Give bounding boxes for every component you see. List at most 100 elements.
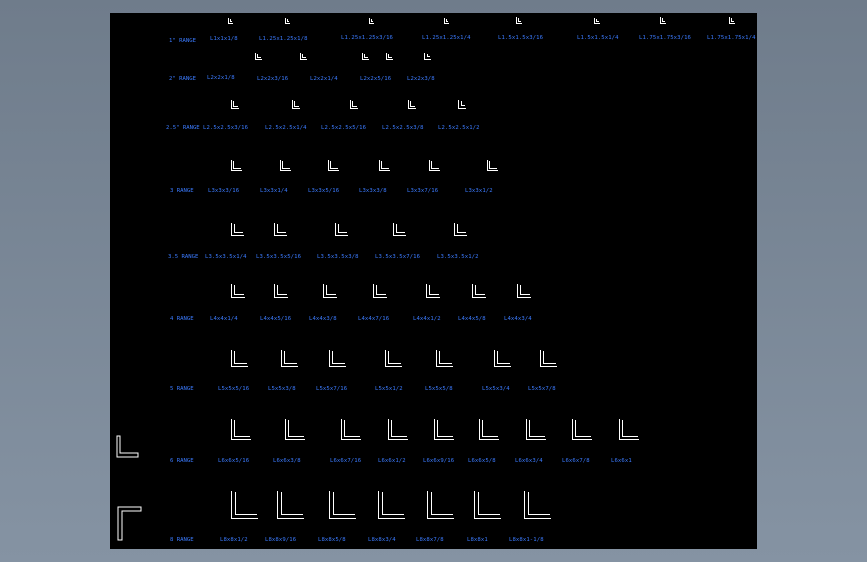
angle-label: L8x8x1 [467, 537, 488, 543]
angle-section [386, 53, 393, 60]
angle-section [660, 17, 666, 24]
angle-label: L3x3x1/2 [465, 188, 493, 194]
range-label: 6 RANGE [170, 458, 194, 464]
angle-label: L2x2x1/8 [207, 75, 235, 81]
angle-label: L3.5x3.5x7/16 [375, 254, 421, 260]
angle-label: L5x5x3/4 [482, 386, 510, 392]
angle-section [424, 53, 431, 60]
angle-section [373, 284, 387, 298]
angle-label: L5x5x3/8 [268, 386, 296, 392]
angle-section [350, 100, 358, 109]
angle-section [277, 491, 304, 519]
angle-section [427, 491, 454, 519]
angle-label: L5x5x5/8 [425, 386, 453, 392]
angle-label: L1.25x1.25x1/8 [259, 36, 308, 42]
range-label: 2" RANGE [169, 76, 196, 82]
angle-label: L1.75x1.75x1/4 [707, 35, 756, 41]
angle-section [285, 18, 290, 24]
angle-label: L5x5x5/16 [218, 386, 250, 392]
angle-section [393, 223, 406, 236]
angle-section [429, 160, 440, 171]
angle-section [300, 53, 307, 60]
angle-label: L1x1x1/8 [210, 36, 238, 42]
angle-section [524, 491, 551, 519]
angle-label: L3.5x3.5x3/8 [317, 254, 359, 260]
angle-section [444, 18, 449, 24]
angle-label: L8x8x7/8 [416, 537, 444, 543]
angle-label: L6x6x1 [611, 458, 632, 464]
angle-section [517, 284, 531, 298]
angle-section [329, 491, 356, 519]
range-label: 2.5" RANGE [166, 125, 200, 131]
angle-section [385, 350, 402, 367]
angle-section [474, 491, 501, 519]
angle-section [292, 100, 300, 109]
angle-section [408, 100, 416, 109]
angle-section [454, 223, 467, 236]
angle-section [335, 223, 348, 236]
angle-label: L6x6x3/4 [515, 458, 543, 464]
angle-label: L3.5x3.5x5/16 [256, 254, 302, 260]
angle-section [516, 17, 522, 24]
angle-section [228, 18, 233, 24]
angle-label: L8x8x5/8 [318, 537, 346, 543]
angle-section [280, 160, 291, 171]
angle-label: L4x4x3/8 [309, 316, 337, 322]
angle-label: L5x5x7/8 [528, 386, 556, 392]
angle-label: L2x2x3/16 [257, 76, 289, 82]
angle-section [378, 491, 405, 519]
angle-section [323, 284, 337, 298]
angle-label: L1.75x1.75x3/16 [639, 35, 692, 41]
angle-section [458, 100, 466, 109]
angle-label: L3x3x3/8 [359, 188, 387, 194]
range-label: 3 RANGE [170, 188, 194, 194]
angle-label: L5x5x1/2 [375, 386, 403, 392]
angle-label: L8x8x9/16 [265, 537, 297, 543]
angle-section [729, 17, 735, 24]
angle-label: L2x2x5/16 [360, 76, 392, 82]
angle-label: L4x4x7/16 [358, 316, 390, 322]
angle-label: L3x3x7/16 [407, 188, 439, 194]
angle-section [231, 350, 248, 367]
angle-section [231, 419, 251, 440]
angle-label: L6x6x1/2 [378, 458, 406, 464]
range-label: 4 RANGE [170, 316, 194, 322]
angle-label: L3x3x3/16 [208, 188, 240, 194]
angle-label: L1.5x1.5x1/4 [577, 35, 619, 41]
angle-section [285, 419, 305, 440]
angle-section [255, 53, 262, 60]
angle-section [594, 18, 600, 24]
angle-label: L1.5x1.5x3/16 [498, 35, 544, 41]
angle-label: L2.5x2.5x1/4 [265, 125, 307, 131]
angle-section [328, 160, 339, 171]
angle-section [436, 350, 453, 367]
angle-section [434, 419, 454, 440]
angle-section [231, 284, 245, 298]
angle-label: L6x6x5/8 [468, 458, 496, 464]
angle-label: L3.5x3.5x1/2 [437, 254, 479, 260]
angle-label: L2.5x2.5x3/8 [382, 125, 424, 131]
angle-label: L4x4x5/8 [458, 316, 486, 322]
range-label: 5 RANGE [170, 386, 194, 392]
angle-label: L6x6x3/8 [273, 458, 301, 464]
angle-section-large-2 [117, 505, 143, 541]
angle-section [572, 419, 592, 440]
angle-section-large-1 [116, 435, 139, 458]
angle-label: L2.5x2.5x3/16 [203, 125, 249, 131]
angle-label: L3.5x3.5x1/4 [205, 254, 247, 260]
angle-label: L4x4x1/4 [210, 316, 238, 322]
angle-section [472, 284, 486, 298]
angle-section [231, 100, 239, 109]
angle-section [281, 350, 298, 367]
angle-label: L4x4x5/16 [260, 316, 292, 322]
angle-section [619, 419, 639, 440]
angle-section [426, 284, 440, 298]
angle-label: L6x6x7/8 [562, 458, 590, 464]
angle-label: L4x4x1/2 [413, 316, 441, 322]
angle-label: L6x6x7/16 [330, 458, 362, 464]
cad-drawing-canvas[interactable]: 1" RANGE L1x1x1/8 L1.25x1.25x1/8 L1.25x1… [110, 13, 757, 549]
angle-section [231, 491, 258, 519]
angle-section [369, 18, 374, 24]
range-label: 1" RANGE [169, 38, 196, 44]
angle-label: L2.5x2.5x5/16 [321, 125, 367, 131]
